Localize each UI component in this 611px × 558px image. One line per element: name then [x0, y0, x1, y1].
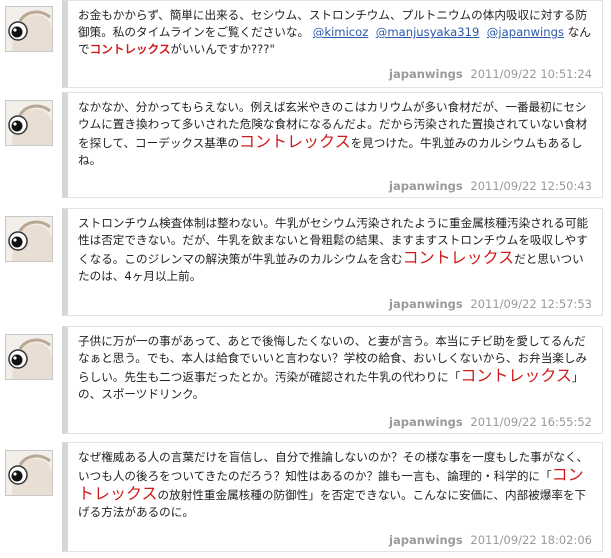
- timestamp[interactable]: 2011/09/22 16:55:52: [470, 415, 592, 429]
- tweet-item: お金もかからず、簡単に出来る、セシウム、ストロンチウム、プルトニウムの体内吸収に…: [0, 0, 611, 90]
- tweet-text-pre: なぜ権威ある人の言葉だけを盲信し、自分で推論しないのか？その様な事を一度もした事…: [78, 450, 589, 483]
- tweet-meta: japanwings 2011/09/22 18:02:06: [389, 533, 592, 547]
- timestamp[interactable]: 2011/09/22 18:02:06: [470, 533, 592, 547]
- tweet-bubble: 子供に万が一の事があって、あとで後悔したくないの、と妻が言う。本当にチビ助を愛し…: [62, 326, 603, 434]
- avatar-image: [6, 217, 52, 261]
- avatar-image: [6, 451, 52, 495]
- tweet-meta: japanwings 2011/09/22 12:57:53: [389, 297, 592, 311]
- avatar[interactable]: [5, 216, 53, 262]
- tweet-bubble: なぜ権威ある人の言葉だけを盲信し、自分で推論しないのか？その様な事を一度もした事…: [62, 442, 603, 552]
- avatar-image: [6, 101, 52, 145]
- tweet-text-post: がいいんですか???": [170, 42, 275, 56]
- tweet-text: お金もかからず、簡単に出来る、セシウム、ストロンチウム、プルトニウムの体内吸収に…: [78, 7, 592, 58]
- tweet-bubble: なかなか、分かってもらえない。例えば玄米やきのこはカリウムが多い食材だが、一番最…: [62, 92, 603, 198]
- tweet-item: なかなか、分かってもらえない。例えば玄米やきのこはカリウムが多い食材だが、一番最…: [0, 92, 611, 200]
- tweet-text: ストロンチウム検査体制は整わない。牛乳がセシウム汚染されたように重金属核種汚染さ…: [78, 215, 592, 285]
- avatar-image: [6, 335, 52, 379]
- username-link[interactable]: japanwings: [389, 179, 463, 193]
- username-link[interactable]: japanwings: [389, 415, 463, 429]
- tweet-bubble: お金もかからず、簡単に出来る、セシウム、ストロンチウム、プルトニウムの体内吸収に…: [62, 0, 603, 88]
- avatar-image: [6, 7, 52, 51]
- tweet-text: 子供に万が一の事があって、あとで後悔したくないの、と妻が言う。本当にチビ助を愛し…: [78, 333, 592, 403]
- avatar[interactable]: [5, 100, 53, 146]
- highlight-keyword: コントレックス: [460, 366, 572, 385]
- tweet-meta: japanwings 2011/09/22 16:55:52: [389, 415, 592, 429]
- tweet-text: なかなか、分かってもらえない。例えば玄米やきのこはカリウムが多い食材だが、一番最…: [78, 99, 592, 169]
- tweet-item: 子供に万が一の事があって、あとで後悔したくないの、と妻が言う。本当にチビ助を愛し…: [0, 326, 611, 436]
- username-link[interactable]: japanwings: [389, 533, 463, 547]
- mention-link[interactable]: @kimicoz: [313, 25, 369, 39]
- tweet-meta: japanwings 2011/09/22 10:51:24: [389, 67, 592, 81]
- tweet-item: なぜ権威ある人の言葉だけを盲信し、自分で推論しないのか？その様な事を一度もした事…: [0, 442, 611, 554]
- tweet-text: なぜ権威ある人の言葉だけを盲信し、自分で推論しないのか？その様な事を一度もした事…: [78, 449, 592, 521]
- tweet-item: ストロンチウム検査体制は整わない。牛乳がセシウム汚染されたように重金属核種汚染さ…: [0, 208, 611, 318]
- username-link[interactable]: japanwings: [389, 67, 463, 81]
- highlight-keyword: コントレックス: [239, 132, 351, 151]
- tweet-meta: japanwings 2011/09/22 12:50:43: [389, 179, 592, 193]
- tweet-bubble: ストロンチウム検査体制は整わない。牛乳がセシウム汚染されたように重金属核種汚染さ…: [62, 208, 603, 316]
- timestamp[interactable]: 2011/09/22 12:57:53: [470, 297, 592, 311]
- timestamp[interactable]: 2011/09/22 10:51:24: [470, 67, 592, 81]
- highlight-keyword: コントレックス: [402, 248, 515, 267]
- avatar[interactable]: [5, 450, 53, 496]
- highlight-keyword: コントレックス: [89, 42, 171, 56]
- mention-link[interactable]: @japanwings: [487, 25, 564, 39]
- avatar[interactable]: [5, 334, 53, 380]
- mention-link[interactable]: @manjusyaka319: [376, 25, 480, 39]
- avatar[interactable]: [5, 6, 53, 52]
- username-link[interactable]: japanwings: [389, 297, 463, 311]
- timestamp[interactable]: 2011/09/22 12:50:43: [470, 179, 592, 193]
